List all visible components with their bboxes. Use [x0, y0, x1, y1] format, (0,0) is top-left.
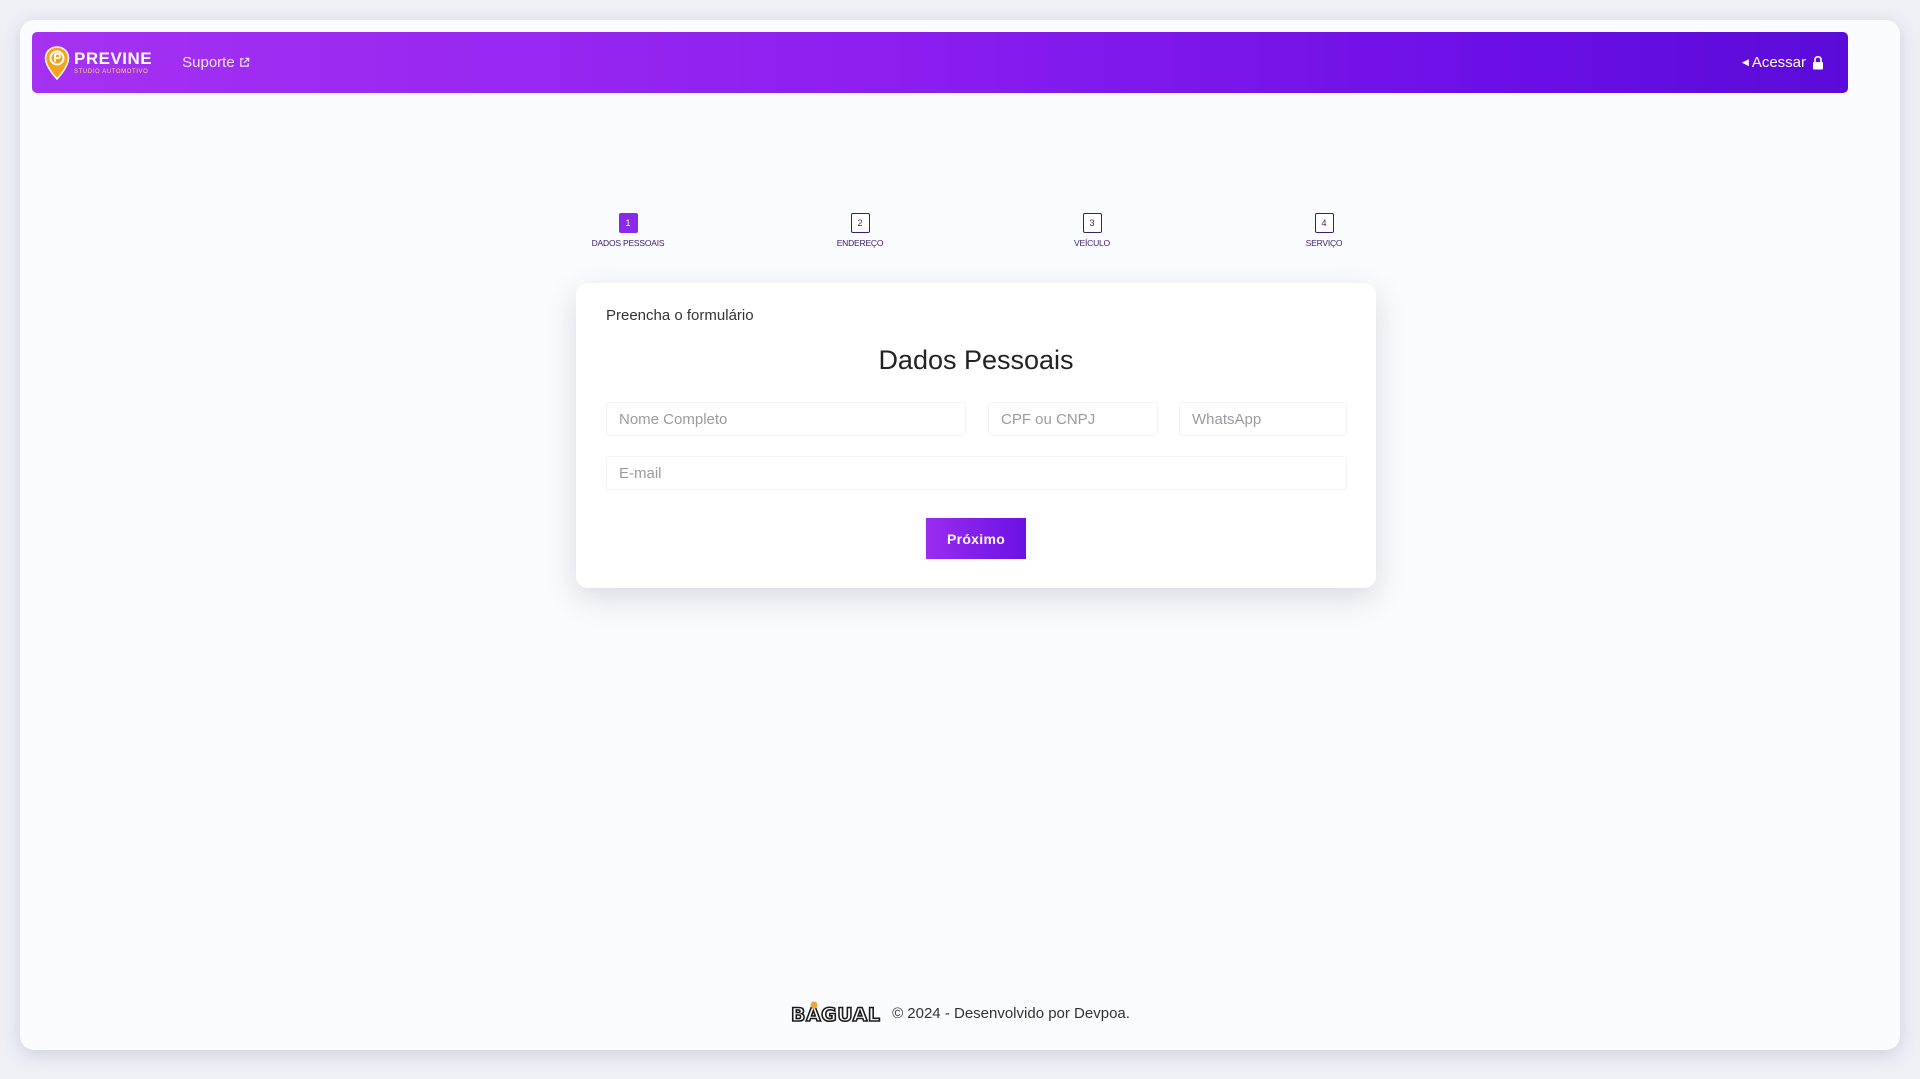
- location-pin-icon: [44, 45, 70, 80]
- brand-name: PREVINE: [74, 49, 153, 68]
- step-number: 4: [1314, 213, 1334, 233]
- step-label: ENDEREÇO: [836, 238, 884, 248]
- support-label: Suporte: [182, 54, 235, 71]
- external-link-icon: [239, 57, 249, 67]
- step-dados-pessoais[interactable]: 1 DADOS PESSOAIS: [568, 213, 688, 248]
- cpf-cnpj-placeholder: CPF ou CNPJ: [1001, 410, 1096, 428]
- form-subtitle: Preencha o formulário: [606, 307, 754, 324]
- step-endereco[interactable]: 2 ENDEREÇO: [800, 213, 920, 248]
- bagual-logo[interactable]: BAGUAL: [790, 1000, 884, 1026]
- access-label: Acessar: [1751, 54, 1806, 71]
- top-navbar: PREVINE STUDIO AUTOMOTIVO Suporte ◀ Aces…: [32, 32, 1848, 93]
- support-link[interactable]: Suporte: [182, 54, 250, 71]
- cpf-cnpj-input[interactable]: CPF ou CNPJ: [988, 402, 1158, 436]
- lock-icon: [1813, 55, 1823, 69]
- caret-left-icon: ◀: [1741, 57, 1749, 67]
- next-button[interactable]: Próximo: [926, 518, 1026, 559]
- bagual-logo-text: BAGUAL: [791, 1004, 880, 1026]
- whatsapp-placeholder: WhatsApp: [1192, 410, 1262, 428]
- page-footer: BAGUAL © 2024 - Desenvolvido por Devpoa.: [0, 1000, 1920, 1026]
- whatsapp-input[interactable]: WhatsApp: [1179, 402, 1347, 436]
- step-label: SERVIÇO: [1305, 238, 1343, 248]
- access-button[interactable]: ◀ Acessar: [1742, 54, 1824, 71]
- email-input[interactable]: E-mail: [606, 456, 1347, 490]
- step-label: VEÍCULO: [1074, 238, 1110, 248]
- full-name-placeholder: Nome Completo: [619, 410, 728, 428]
- form-stepper: 1 DADOS PESSOAIS 2 ENDEREÇO 3 VEÍCULO 4 …: [590, 213, 1350, 253]
- email-placeholder: E-mail: [619, 464, 662, 482]
- step-number: 1: [618, 213, 638, 233]
- brand-logo[interactable]: PREVINE STUDIO AUTOMOTIVO: [44, 45, 153, 80]
- step-number: 2: [850, 213, 870, 233]
- step-servico[interactable]: 4 SERVIÇO: [1264, 213, 1384, 248]
- full-name-input[interactable]: Nome Completo: [606, 402, 966, 436]
- brand-subtitle: STUDIO AUTOMOTIVO: [74, 69, 149, 75]
- personal-data-form: Preencha o formulário Dados Pessoais Nom…: [576, 283, 1376, 588]
- step-number: 3: [1082, 213, 1102, 233]
- footer-copyright: © 2024 - Desenvolvido por Devpoa.: [892, 1004, 1130, 1022]
- step-label: DADOS PESSOAIS: [591, 238, 665, 248]
- step-veiculo[interactable]: 3 VEÍCULO: [1032, 213, 1152, 248]
- form-title: Dados Pessoais: [878, 345, 1074, 375]
